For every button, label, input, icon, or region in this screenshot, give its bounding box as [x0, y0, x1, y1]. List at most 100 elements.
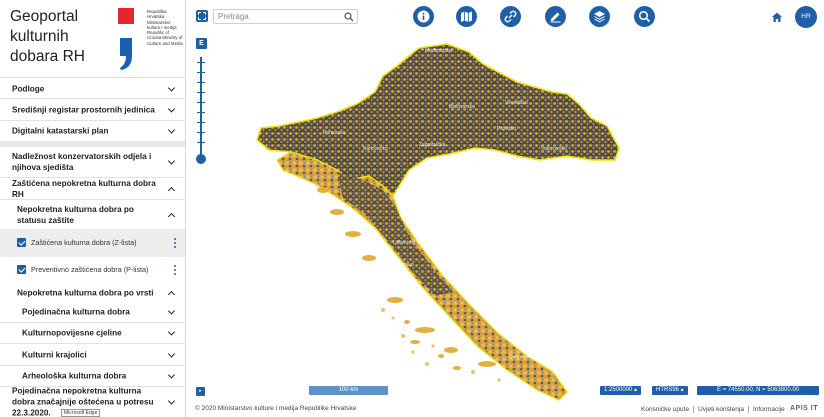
info-button[interactable] [413, 6, 434, 27]
svg-text:Primorsko: Primorsko [323, 130, 346, 136]
chevron-up-icon [167, 290, 176, 298]
chevron-down-icon [167, 157, 176, 165]
zoom-extent-button[interactable]: E [196, 38, 207, 49]
chevron-down-icon [167, 104, 176, 113]
fullscreen-button[interactable] [196, 10, 208, 22]
section-label: Zaštićena nepokretna kulturna dobra RH [12, 178, 156, 199]
section-label: Digitalni katastarski plan [12, 126, 109, 136]
layer-options-icon[interactable] [174, 238, 176, 248]
zoom-slider-handle[interactable] [196, 154, 206, 164]
section-zasticena[interactable]: Zaštićena nepokretna kulturna dobra RH [0, 178, 185, 200]
section-label: Središnji registar prostornih jedinica [12, 105, 155, 114]
svg-text:Virovitičko: Virovitičko [505, 100, 528, 106]
croatia-map[interactable]: Međimurska Bjelovarsko Virovitičko Požeš… [187, 0, 824, 417]
edit-button[interactable] [545, 6, 566, 27]
svg-text:Vukovarsko: Vukovarsko [541, 146, 567, 152]
section-label: Podloge [12, 84, 45, 93]
projection-select[interactable]: HTRS96 ▴ [652, 386, 688, 395]
svg-text:Dubrovačko: Dubrovačko [509, 354, 536, 360]
sidebar: Geoportal kulturnih dobara RH Republika … [0, 0, 186, 417]
section-nadleznost[interactable]: Nadležnost konzervatorskih odjela i njih… [0, 147, 185, 178]
svg-text:Karlovačka: Karlovačka [363, 146, 388, 152]
copyright-text: © 2020 Ministarstvo kulture i medija Rep… [195, 405, 357, 412]
type-krajolici[interactable]: Kulturni krajolici [0, 344, 185, 366]
zoom-tick [197, 142, 205, 143]
layer-checkbox[interactable] [17, 265, 26, 274]
map-button[interactable] [456, 6, 477, 27]
projection-value: HTRS96 [656, 387, 680, 393]
zoom-tick [197, 72, 205, 73]
overview-toggle-button[interactable]: ▸ [196, 387, 205, 396]
scale-bar: 100 km [309, 386, 388, 395]
footer-link-informacije[interactable]: Informacije [749, 406, 789, 413]
link-button[interactable] [500, 6, 521, 27]
geoportal-app: Geoportal kulturnih dobara RH Republika … [0, 0, 824, 417]
search-icon[interactable] [344, 12, 354, 22]
zoom-tick [197, 102, 205, 103]
scale-value: 1:2500000 [604, 387, 633, 393]
type-label: Kulturni krajolici [22, 350, 87, 359]
zoom-tick [197, 62, 205, 63]
info-icon [417, 10, 430, 23]
chevron-up-icon [167, 186, 176, 194]
ministry-logo [118, 8, 134, 70]
footer: © 2020 Ministarstvo kulture i medija Rep… [187, 400, 824, 417]
map-canvas[interactable]: Međimurska Bjelovarsko Virovitičko Požeš… [187, 0, 824, 417]
chevron-up-icon [167, 212, 176, 220]
search-input[interactable] [218, 11, 338, 22]
chevron-down-icon [167, 83, 176, 92]
search-icon [638, 10, 651, 23]
subsection-label: Nepokretna kulturna dobra po vrsti [17, 288, 154, 297]
footer-link-upute[interactable]: Korisničke upute [637, 406, 695, 413]
subsection-status[interactable]: Nepokretna kulturna dobra po statusu zaš… [0, 200, 185, 229]
layers-button[interactable] [589, 6, 610, 27]
svg-text:Požeško: Požeško [497, 126, 516, 132]
subsection-label: Nepokretna kulturna dobra po statusu zaš… [17, 204, 134, 225]
layer-checkbox[interactable] [17, 238, 26, 247]
coordinate-readout: E = 74550.00, N = 5063800.00 [697, 386, 819, 395]
chevron-down-icon [167, 126, 176, 134]
vendor-logo[interactable]: APIS IT [790, 405, 818, 412]
chevron-down-icon [167, 397, 176, 405]
ministry-name: Republika Hrvatska Ministarstvo kulture … [147, 9, 183, 46]
svg-text:Ličko-senjska: Ličko-senjska [393, 240, 424, 246]
browser-tooltip: Microsoft Edge [61, 409, 101, 417]
svg-text:Šibensko: Šibensko [393, 261, 414, 268]
layer-p-lista[interactable]: Preventivno zaštićena dobra (P-lista) [0, 256, 185, 284]
brand-header: Geoportal kulturnih dobara RH Republika … [0, 0, 185, 78]
language-button[interactable]: HR [795, 6, 817, 28]
type-arheoloska[interactable]: Arheološka kulturna dobra [0, 366, 185, 387]
scale-select[interactable]: 1:2500000 ▴ [600, 386, 642, 395]
footer-link-uvjeti[interactable]: Uvjeti korištenja [694, 406, 749, 413]
subsection-vrsta[interactable]: Nepokretna kulturna dobra po vrsti [0, 283, 185, 302]
section-label: Nadležnost konzervatorskih odjela i njih… [12, 152, 152, 172]
search-box[interactable] [213, 9, 358, 24]
vendor-suffix: IT [810, 405, 819, 412]
vendor-name: APIS [790, 405, 809, 412]
type-pojedinacna[interactable]: Pojedinačna kulturna dobra [0, 302, 185, 323]
zoom-tick [197, 112, 205, 113]
layers-icon [594, 11, 605, 23]
layer-options-icon[interactable] [174, 265, 176, 275]
zoom-tick [197, 92, 205, 93]
svg-text:Zagrebačka: Zagrebačka [419, 142, 446, 148]
svg-text:Međimurska: Međimurska [425, 48, 452, 54]
search-tool-button[interactable] [634, 6, 655, 27]
chevron-down-icon [167, 349, 176, 358]
croatia-islands [317, 187, 496, 370]
section-registar[interactable]: Središnji registar prostornih jedinica [0, 99, 185, 121]
type-cjeline[interactable]: Kulturnopovijesne cjeline [0, 323, 185, 344]
layer-label: Zaštićena kulturna dobra (Z-lista) [31, 238, 137, 247]
map-icon [461, 11, 472, 22]
section-katastar[interactable]: Digitalni katastarski plan [0, 121, 185, 142]
app-title[interactable]: Geoportal kulturnih dobara RH [10, 7, 110, 67]
type-label: Arheološka kulturna dobra [22, 371, 127, 381]
section-podloge[interactable]: Podloge [0, 79, 185, 99]
zoom-tick [197, 132, 205, 133]
zoom-tick [197, 82, 205, 83]
layer-z-lista[interactable]: Zaštićena kulturna dobra (Z-lista) [0, 229, 185, 257]
home-icon[interactable] [771, 11, 783, 23]
link-icon [504, 10, 517, 23]
layer-label: Preventivno zaštićena dobra (P-lista) [31, 265, 149, 274]
footer-links: Korisničke upute Uvjeti korištenja Informa… [637, 406, 789, 413]
